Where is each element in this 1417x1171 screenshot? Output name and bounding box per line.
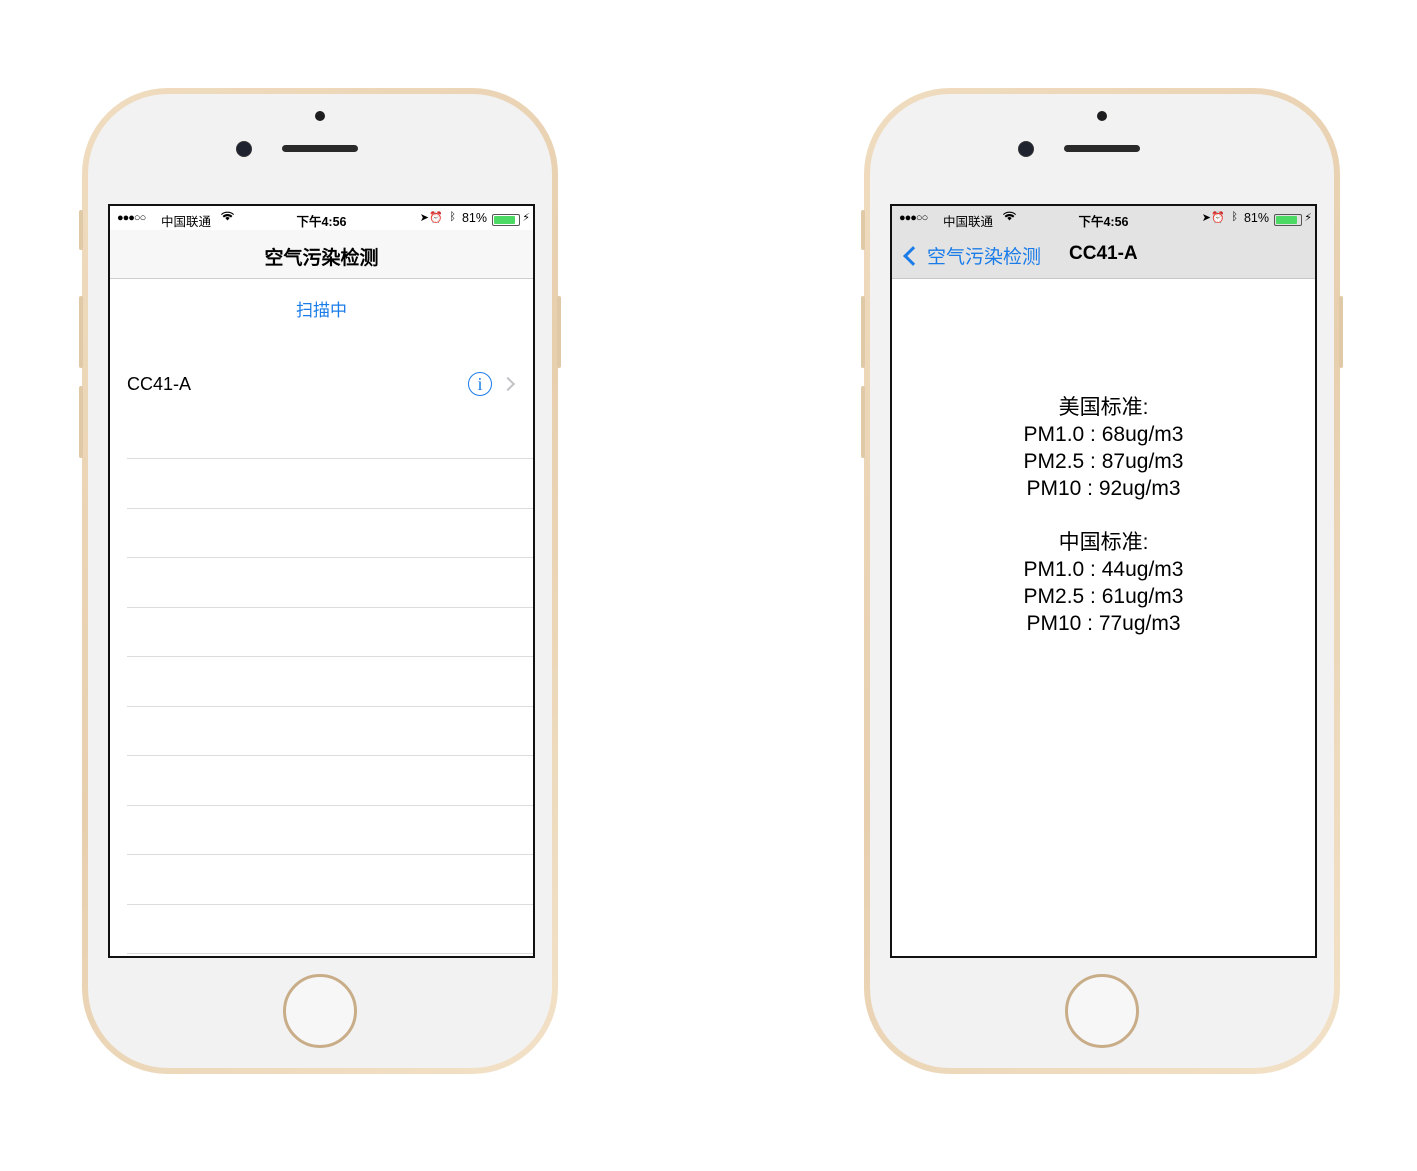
alarm-clock-icon: ⏰ [1211, 212, 1225, 224]
battery-icon [492, 214, 520, 226]
power-button [557, 296, 561, 368]
volume-down-button [861, 386, 865, 458]
table-separator [127, 805, 533, 806]
home-button[interactable] [1065, 974, 1139, 1048]
proximity-sensor [1097, 111, 1107, 121]
mute-switch [861, 210, 865, 250]
phone-left: ●●●○○ 中国联通 下午4:56 ➤ ⏰ ᛒ 81% ⚡ 空气污染检测 扫描中… [79, 88, 561, 1074]
info-icon[interactable]: i [468, 372, 492, 396]
table-separator [127, 508, 533, 509]
bluetooth-icon: ᛒ [1231, 211, 1238, 223]
nav-title: CC41-A [1069, 243, 1138, 264]
bluetooth-icon: ᛒ [449, 211, 456, 223]
device-row[interactable]: CC41-A i [110, 356, 533, 412]
status-bar: ●●●○○ 中国联通 下午4:56 ➤ ⏰ ᛒ 81% ⚡ [110, 206, 533, 230]
battery-percent: 81% [461, 211, 487, 225]
navigation-bar: 空气污染检测 [110, 230, 533, 279]
battery-icon [1274, 214, 1302, 226]
navigation-bar: 空气污染检测 CC41-A [892, 230, 1315, 279]
volume-up-button [79, 296, 83, 368]
charging-bolt-icon: ⚡ [1304, 212, 1312, 224]
nav-title: 空气污染检测 [264, 248, 379, 269]
earpiece-speaker [1064, 145, 1140, 152]
us-pm25-reading: PM2.5 : 87ug/m3 [1023, 450, 1184, 473]
location-arrow-icon: ➤ [1201, 212, 1211, 224]
device-name: CC41-A [127, 374, 192, 394]
pollution-readings: 美国标准: PM1.0 : 68ug/m3 PM2.5 : 87ug/m3 PM… [892, 394, 1315, 637]
home-button[interactable] [283, 974, 357, 1048]
us-standard-heading: 美国标准: [1058, 396, 1149, 419]
volume-down-button [79, 386, 83, 458]
us-pm10-reading: PM10 : 92ug/m3 [1026, 477, 1181, 500]
table-separator [127, 904, 533, 905]
mute-switch [79, 210, 83, 250]
proximity-sensor [315, 111, 325, 121]
cn-pm1-reading: PM1.0 : 44ug/m3 [1023, 558, 1184, 581]
cn-pm10-reading: PM10 : 77ug/m3 [1026, 612, 1181, 635]
alarm-clock-icon: ⏰ [429, 212, 443, 224]
front-camera-icon [236, 141, 252, 157]
battery-percent: 81% [1243, 211, 1269, 225]
phone-right: ●●●○○ 中国联通 下午4:56 ➤ ⏰ ᛒ 81% ⚡ 空气污染检测 CC4… [861, 88, 1343, 1074]
chevron-right-icon [500, 376, 516, 392]
cn-pm25-reading: PM2.5 : 61ug/m3 [1023, 585, 1184, 608]
table-separator [127, 557, 533, 558]
table-separator [127, 854, 533, 855]
screen: ●●●○○ 中国联通 下午4:56 ➤ ⏰ ᛒ 81% ⚡ 空气污染检测 扫描中… [108, 204, 535, 958]
table-separator [127, 607, 533, 608]
table-separator [127, 953, 533, 954]
location-arrow-icon: ➤ [419, 212, 429, 224]
table-separator [127, 706, 533, 707]
table-separator [127, 458, 533, 459]
status-bar: ●●●○○ 中国联通 下午4:56 ➤ ⏰ ᛒ 81% ⚡ [892, 206, 1315, 230]
us-pm1-reading: PM1.0 : 68ug/m3 [1023, 423, 1184, 446]
table-separator [127, 656, 533, 657]
power-button [1339, 296, 1343, 368]
chevron-left-icon [903, 245, 923, 266]
back-button-label: 空气污染检测 [927, 247, 1042, 268]
back-button[interactable]: 空气污染检测 [902, 242, 1041, 269]
cn-standard-heading: 中国标准: [1058, 531, 1149, 554]
table-separator [127, 755, 533, 756]
scanning-label: 扫描中 [296, 301, 347, 320]
front-camera-icon [1018, 141, 1034, 157]
charging-bolt-icon: ⚡ [522, 212, 530, 224]
screen: ●●●○○ 中国联通 下午4:56 ➤ ⏰ ᛒ 81% ⚡ 空气污染检测 CC4… [890, 204, 1317, 958]
earpiece-speaker [282, 145, 358, 152]
volume-up-button [861, 296, 865, 368]
